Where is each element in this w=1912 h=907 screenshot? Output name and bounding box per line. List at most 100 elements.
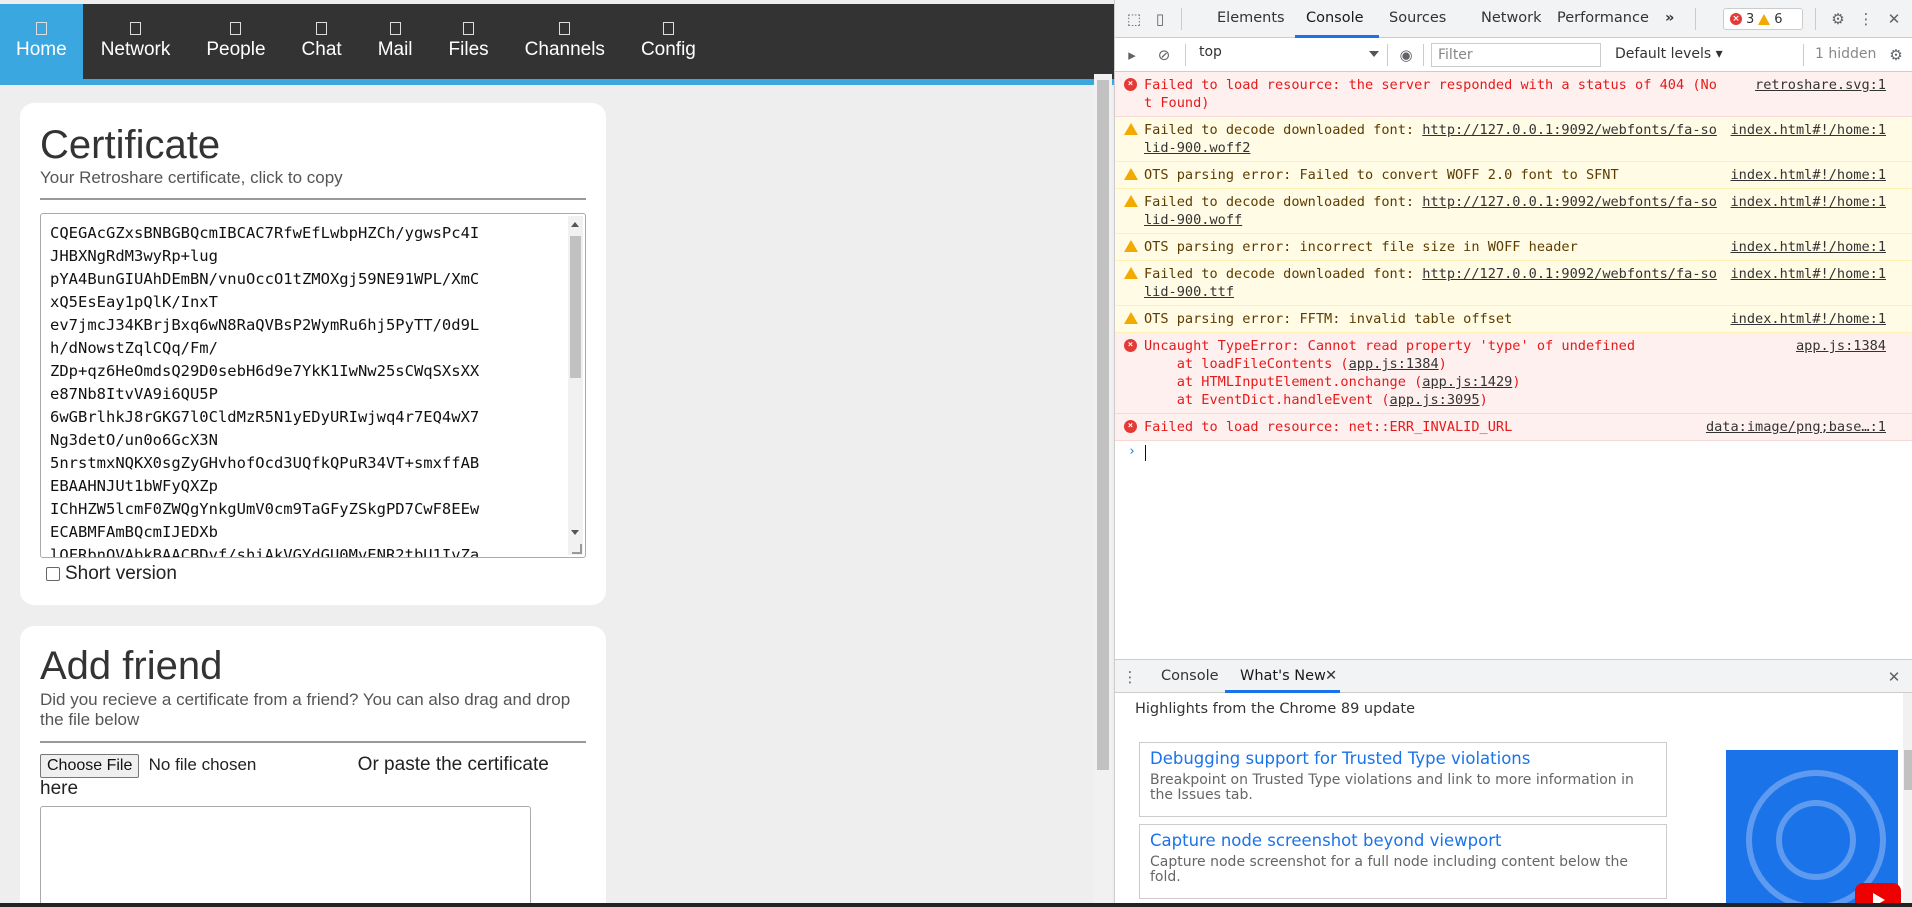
drawer-tab-whats-new[interactable]: What's New xyxy=(1240,668,1326,684)
log-row: × Failed to load resource: the server re… xyxy=(1115,72,1912,117)
log-source-link[interactable]: index.html#!/home:1 xyxy=(1731,265,1887,283)
log-levels-dropdown[interactable]: Default levels ▾ xyxy=(1615,46,1723,62)
more-tabs-icon[interactable]: » xyxy=(1665,10,1674,26)
mail-icon xyxy=(389,22,401,35)
settings-gear-icon[interactable]: ⚙ xyxy=(1829,10,1847,28)
whats-new-card-desc: Breakpoint on Trusted Type violations an… xyxy=(1150,772,1634,803)
nav-config[interactable]: Config xyxy=(623,4,714,79)
nav-mail[interactable]: Mail xyxy=(360,4,431,79)
tab-console[interactable]: Console xyxy=(1306,10,1364,26)
file-input-row: Choose File No file chosen Or paste the … xyxy=(40,754,586,800)
live-expression-eye-icon[interactable]: ◉ xyxy=(1397,46,1415,64)
devtools-tabbar: ⬚ ▯ Elements Console Sources Network Per… xyxy=(1115,0,1912,38)
whats-new-card-desc: Capture node screenshot for a full node … xyxy=(1150,854,1628,885)
inspect-element-icon[interactable]: ⬚ xyxy=(1125,10,1143,28)
console-prompt[interactable]: › xyxy=(1115,441,1912,465)
context-value: top xyxy=(1199,44,1222,60)
chat-icon xyxy=(316,22,328,35)
short-version-label[interactable]: Short version xyxy=(65,563,177,585)
stack-end: ) xyxy=(1512,374,1521,390)
log-row: OTS parsing error: FFTM: invalid table o… xyxy=(1115,306,1912,333)
warning-icon xyxy=(1124,168,1138,180)
nav-people[interactable]: People xyxy=(188,4,283,79)
drawer-menu-icon[interactable]: ⋮ xyxy=(1121,668,1139,686)
certificate-text[interactable]: CQEGAcGZxsBNBGBQcmIBCAC7RfwEfLwbpHZCh/yg… xyxy=(50,222,550,557)
short-version-row[interactable]: Short version xyxy=(46,563,177,585)
warning-icon xyxy=(1124,240,1138,252)
drawer-scroll-thumb[interactable] xyxy=(1904,750,1912,790)
add-friend-card: Add friend Did you recieve a certificate… xyxy=(20,626,606,907)
stack-link[interactable]: app.js:1384 xyxy=(1349,356,1439,372)
tab-elements[interactable]: Elements xyxy=(1217,10,1285,26)
stack-frame: at EventDict.handleEvent (app.js:3095) xyxy=(1144,391,1724,409)
nav-home-label: Home xyxy=(16,39,67,60)
tab-sources[interactable]: Sources xyxy=(1389,10,1446,26)
close-devtools-icon[interactable]: ✕ xyxy=(1885,10,1903,28)
nav-chat[interactable]: Chat xyxy=(284,4,360,79)
nav-home[interactable]: Home xyxy=(0,4,83,79)
nav-channels[interactable]: Channels xyxy=(507,4,623,79)
drawer-scrollbar[interactable] xyxy=(1903,693,1912,907)
page-scroll-thumb[interactable] xyxy=(1097,80,1109,770)
log-source-link[interactable]: app.js:1384 xyxy=(1796,337,1886,355)
stack-text: at HTMLInputElement.onchange ( xyxy=(1144,374,1423,390)
divider xyxy=(40,198,586,200)
clear-console-icon[interactable]: ⊘ xyxy=(1155,46,1173,64)
stack-link[interactable]: app.js:1429 xyxy=(1422,374,1512,390)
home-icon xyxy=(35,22,47,35)
log-source-link[interactable]: retroshare.svg:1 xyxy=(1755,76,1886,94)
certificate-textarea[interactable]: CQEGAcGZxsBNBGBQcmIBCAC7RfwEfLwbpHZCh/yg… xyxy=(40,213,586,558)
stack-frame: at loadFileContents (app.js:1384) xyxy=(1144,355,1724,373)
kebab-menu-icon[interactable]: ⋮ xyxy=(1857,10,1875,28)
scroll-up-arrow-icon[interactable] xyxy=(571,222,579,227)
sidebar-toggle-icon[interactable]: ▸ xyxy=(1123,46,1141,64)
tab-network[interactable]: Network xyxy=(1481,10,1542,26)
warning-icon xyxy=(1124,123,1138,135)
nav-mail-label: Mail xyxy=(377,39,413,60)
text-caret xyxy=(1145,445,1146,461)
nav-accent-stripe xyxy=(0,79,1114,85)
stack-link[interactable]: app.js:3095 xyxy=(1390,392,1480,408)
whats-new-card[interactable]: Debugging support for Trusted Type viola… xyxy=(1139,742,1667,817)
nav-files[interactable]: Files xyxy=(431,4,507,79)
close-tab-icon[interactable]: ✕ xyxy=(1325,668,1337,684)
log-source-link[interactable]: index.html#!/home:1 xyxy=(1731,166,1887,184)
scroll-down-arrow-icon[interactable] xyxy=(571,530,579,535)
drawer-tab-console[interactable]: Console xyxy=(1161,668,1219,684)
resize-grip-icon[interactable] xyxy=(572,544,582,554)
tab-performance[interactable]: Performance xyxy=(1557,10,1649,26)
log-row: Failed to decode downloaded font: http:/… xyxy=(1115,117,1912,162)
issues-badge[interactable]: × 3 6 xyxy=(1723,8,1803,30)
log-source-link[interactable]: index.html#!/home:1 xyxy=(1731,238,1887,256)
certificate-title: Certificate xyxy=(40,123,221,167)
whats-new-panel: Highlights from the Chrome 89 update Deb… xyxy=(1115,693,1912,907)
top-nav: Home Network People Chat Mail Files Chan… xyxy=(0,4,1114,79)
network-icon xyxy=(130,22,142,35)
filter-input[interactable]: Filter xyxy=(1431,43,1601,67)
separator xyxy=(1815,8,1816,30)
separator xyxy=(1695,8,1696,30)
hidden-count: 1 hidden xyxy=(1815,46,1877,62)
log-message: OTS parsing error: Failed to convert WOF… xyxy=(1144,167,1619,183)
short-version-checkbox[interactable] xyxy=(46,567,60,581)
devtools-panel: ⬚ ▯ Elements Console Sources Network Per… xyxy=(1114,0,1912,907)
console-settings-gear-icon[interactable]: ⚙ xyxy=(1887,46,1905,64)
log-source-link[interactable]: index.html#!/home:1 xyxy=(1731,310,1887,328)
paste-certificate-textarea[interactable] xyxy=(40,806,531,907)
nav-network[interactable]: Network xyxy=(83,4,189,79)
context-select[interactable]: top xyxy=(1199,44,1379,66)
log-message: Failed to load resource: the server resp… xyxy=(1144,77,1717,111)
stack-frame: at HTMLInputElement.onchange (app.js:142… xyxy=(1144,373,1724,391)
whats-new-card-title[interactable]: Capture node screenshot beyond viewport xyxy=(1150,831,1656,851)
certificate-scroll-thumb[interactable] xyxy=(570,236,581,378)
whats-new-card-title[interactable]: Debugging support for Trusted Type viola… xyxy=(1150,749,1656,769)
log-source-link[interactable]: index.html#!/home:1 xyxy=(1731,121,1887,139)
choose-file-button[interactable]: Choose File xyxy=(40,754,140,778)
close-drawer-icon[interactable]: ✕ xyxy=(1885,668,1903,686)
whats-new-card[interactable]: Capture node screenshot beyond viewport … xyxy=(1139,824,1667,899)
people-icon xyxy=(230,22,242,35)
log-source-link[interactable]: data:image/png;base…:1 xyxy=(1706,418,1886,436)
device-toolbar-icon[interactable]: ▯ xyxy=(1151,10,1169,28)
log-row: Failed to decode downloaded font: http:/… xyxy=(1115,189,1912,234)
log-source-link[interactable]: index.html#!/home:1 xyxy=(1731,193,1887,211)
